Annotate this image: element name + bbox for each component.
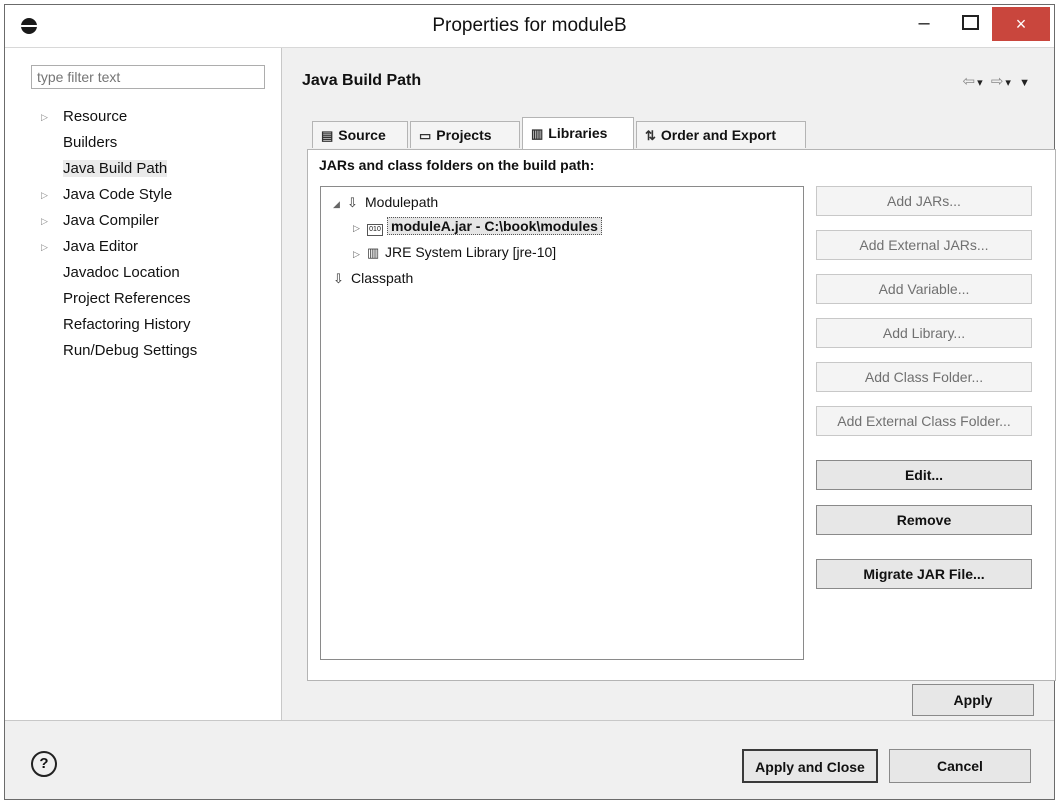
- minimize-button[interactable]: –: [902, 5, 946, 45]
- tab-order-export[interactable]: ⇅ Order and Export: [636, 121, 806, 148]
- preference-nav-pane: ▷Resource Builders Java Build Path ▷Java…: [5, 48, 282, 720]
- page-title: Java Build Path: [302, 72, 422, 89]
- back-arrow-icon[interactable]: ⇦: [963, 73, 978, 90]
- dialog-footer: ? Apply and Close Cancel: [5, 720, 1054, 799]
- expand-icon[interactable]: ▷: [41, 234, 48, 260]
- close-button[interactable]: ×: [992, 7, 1050, 41]
- expand-icon[interactable]: ▷: [41, 104, 48, 130]
- nav-item-java-code-style[interactable]: ▷ Java Code Style: [31, 182, 197, 208]
- title-bar: Properties for moduleB – ×: [5, 5, 1054, 48]
- source-folder-icon: ▤: [321, 128, 334, 143]
- tree-item-modulea-jar[interactable]: ▷ 010 moduleA.jar - C:\book\modules: [353, 215, 602, 237]
- maximize-button[interactable]: [948, 5, 992, 45]
- tree-item-jre-library[interactable]: ▷ ▥ JRE System Library [jre-10]: [353, 241, 556, 263]
- add-variable-button[interactable]: Add Variable...: [816, 274, 1032, 304]
- nav-item-builders[interactable]: Builders: [31, 130, 197, 156]
- build-path-tree[interactable]: ◢ ⇩ Modulepath ▷ 010 moduleA.jar - C:\book\m…: [320, 186, 804, 660]
- view-menu-icon[interactable]: ▼: [1019, 77, 1032, 89]
- tab-source[interactable]: ▤ Source: [312, 121, 408, 148]
- preference-tree: ▷ Resource Builders Java Build Path ▷ Java…: [31, 104, 197, 364]
- apply-and-close-button[interactable]: Apply and Close: [742, 749, 878, 783]
- window-title: Properties for moduleB: [432, 15, 627, 36]
- nav-item-java-compiler[interactable]: ▷ Java Compiler: [31, 208, 197, 234]
- jar-icon: 010: [367, 224, 383, 236]
- add-jars-button[interactable]: Add JARs...: [816, 186, 1032, 216]
- edit-button[interactable]: Edit...: [816, 460, 1032, 490]
- nav-item-project-references[interactable]: Project References: [31, 286, 197, 312]
- expand-icon[interactable]: ▷: [353, 243, 367, 265]
- cancel-button[interactable]: Cancel: [889, 749, 1031, 783]
- nav-item-java-editor[interactable]: ▷ Java Editor: [31, 234, 197, 260]
- add-external-jars-button[interactable]: Add External JARs...: [816, 230, 1032, 260]
- nav-item-java-build-path[interactable]: Java Build Path: [31, 156, 197, 182]
- expand-icon[interactable]: ▷: [41, 182, 48, 208]
- forward-arrow-icon[interactable]: ⇨: [991, 73, 1006, 90]
- tree-item-classpath[interactable]: ⇩ Classpath: [333, 267, 413, 289]
- nav-item-run-debug-settings[interactable]: Run/Debug Settings: [31, 338, 197, 364]
- modulepath-icon: ⇩: [347, 195, 358, 210]
- collapse-icon[interactable]: ◢: [333, 193, 347, 215]
- migrate-jar-button[interactable]: Migrate JAR File...: [816, 559, 1032, 589]
- projects-icon: ▭: [419, 128, 432, 143]
- maximize-icon: [961, 15, 979, 30]
- filter-input[interactable]: [31, 65, 265, 89]
- nav-item-refactoring-history[interactable]: Refactoring History: [31, 312, 197, 338]
- history-nav: ⇦▾ ⇨▾ ▼: [963, 72, 1032, 90]
- order-export-icon: ⇅: [645, 128, 656, 143]
- page-area: Java Build Path ⇦▾ ⇨▾ ▼ ▤ Source ▭ Project…: [282, 48, 1056, 720]
- add-external-class-folder-button[interactable]: Add External Class Folder...: [816, 406, 1032, 436]
- properties-dialog: Properties for moduleB – × ▷Resource Bui…: [4, 4, 1056, 800]
- classpath-icon: ⇩: [333, 271, 344, 286]
- tree-item-modulepath[interactable]: ◢ ⇩ Modulepath: [333, 191, 438, 213]
- expand-icon[interactable]: ▷: [41, 208, 48, 234]
- tab-projects[interactable]: ▭ Projects: [410, 121, 520, 148]
- library-icon: ▥: [367, 245, 380, 260]
- libraries-panel: JARs and class folders on the build path…: [307, 149, 1056, 681]
- expand-icon[interactable]: ▷: [353, 217, 367, 239]
- remove-button[interactable]: Remove: [816, 505, 1032, 535]
- apply-button[interactable]: Apply: [912, 684, 1034, 716]
- back-menu-icon[interactable]: ▾: [977, 77, 985, 89]
- nav-item-javadoc-location[interactable]: Javadoc Location: [31, 260, 197, 286]
- add-library-button[interactable]: Add Library...: [816, 318, 1032, 348]
- forward-menu-icon[interactable]: ▾: [1005, 77, 1013, 89]
- libraries-icon: ▥: [531, 126, 544, 141]
- nav-item-resource[interactable]: ▷ Resource: [31, 104, 197, 130]
- add-class-folder-button[interactable]: Add Class Folder...: [816, 362, 1032, 392]
- help-icon[interactable]: ?: [31, 751, 57, 777]
- tab-libraries[interactable]: ▥ Libraries: [522, 117, 634, 149]
- section-label: JARs and class folders on the build path…: [319, 157, 595, 173]
